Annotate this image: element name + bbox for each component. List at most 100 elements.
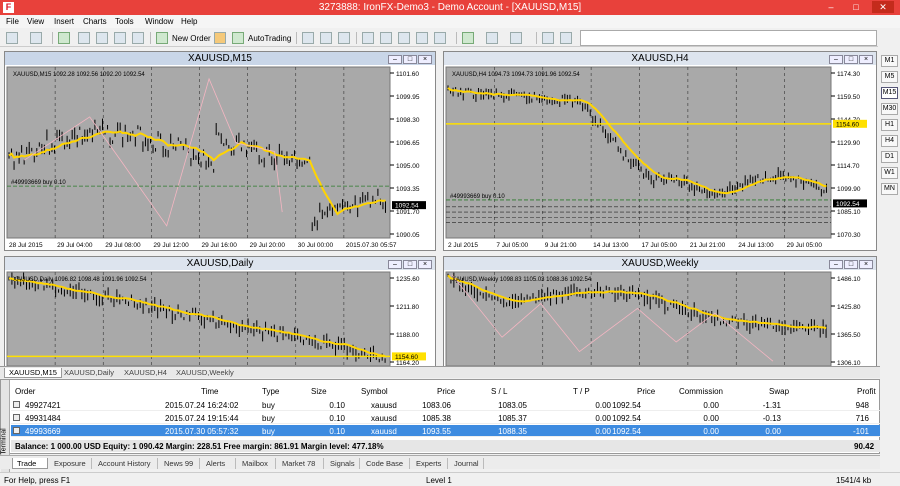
maximize-button[interactable]: □ (845, 1, 867, 13)
chart-window-weekly[interactable]: XAUUSD,Weekly – □ × XAUUSD,Weekly 1098.83 … (443, 256, 877, 366)
close-button[interactable]: ✕ (872, 1, 894, 13)
line-chart-icon[interactable] (338, 32, 350, 44)
minimize-icon[interactable]: – (388, 55, 402, 64)
close-icon[interactable]: × (418, 55, 432, 64)
data-window-icon[interactable] (96, 32, 108, 44)
chart-canvas[interactable]: XAUUSD,Weekly 1098.83 1105.03 1088.36 10… (444, 270, 876, 366)
close-icon[interactable]: × (859, 260, 873, 269)
terminal-icon[interactable] (114, 32, 126, 44)
timeframe-h1[interactable]: H1 (881, 119, 898, 131)
menu-charts[interactable]: Charts (83, 17, 107, 26)
timeframe-d1[interactable]: D1 (881, 151, 898, 163)
chart-window-daily[interactable]: XAUUSD,Daily – □ × XAUUSD,Daily 1096.82 10… (4, 256, 436, 366)
menu-window[interactable]: Window (145, 17, 173, 26)
metaeditor-icon[interactable] (214, 32, 226, 44)
new-order-icon[interactable] (156, 32, 168, 44)
timeframe-h4[interactable]: H4 (881, 135, 898, 147)
table-row[interactable]: 49927421 2015.07.24 16:24:02 buy 0.10 xauusd… (11, 399, 880, 411)
menu-tools[interactable]: Tools (115, 17, 134, 26)
timeframe-m15[interactable]: M15 (881, 87, 898, 99)
auto-scroll-icon[interactable] (416, 32, 428, 44)
chart-canvas[interactable]: #49993669 buy 0.10 XAUUSD,M15 1092.28 109… (5, 65, 435, 250)
table-row[interactable]: 49993669 2015.07.30 05:57:32 buy 0.10 xauusd… (11, 425, 880, 437)
timeframe-m1[interactable]: M1 (881, 55, 898, 67)
tab-xauusd-m15[interactable]: XAUUSD,M15 (4, 368, 62, 378)
col-sl[interactable]: S / L (491, 387, 507, 396)
terminal-tab-trade[interactable]: Trade (12, 458, 48, 469)
timeframe-m5[interactable]: M5 (881, 71, 898, 83)
chart-window-m15[interactable]: XAUUSD,M15 – □ × #49993669 buy 0.10 XAUUSD,… (4, 51, 436, 251)
navigator-icon[interactable] (78, 32, 90, 44)
menu-view[interactable]: View (27, 17, 44, 26)
y-tick-label: 1085.10 (837, 209, 861, 216)
timeframe-w1[interactable]: W1 (881, 167, 898, 179)
table-row[interactable]: 49931484 2015.07.24 19:15:44 buy 0.10 xauusd… (11, 412, 880, 424)
zoom-out-icon[interactable] (380, 32, 392, 44)
terminal-tab-code-base[interactable]: Code Base (362, 458, 410, 469)
restore-icon[interactable]: □ (844, 260, 858, 269)
zoom-in-icon[interactable] (362, 32, 374, 44)
menu-help[interactable]: Help (181, 17, 197, 26)
order-icon (13, 414, 20, 421)
periods-icon[interactable] (486, 32, 498, 44)
col-type[interactable]: Type (262, 387, 279, 396)
profiles-icon[interactable] (30, 32, 42, 44)
terminal-tab-mailbox[interactable]: Mailbox (238, 458, 276, 469)
col-swap[interactable]: Swap (769, 387, 789, 396)
indicators-icon[interactable] (462, 32, 474, 44)
tab-xauusd-daily[interactable]: XAUUSD,Daily (60, 368, 118, 378)
table-cell: 0.10 (329, 401, 345, 410)
terminal-tab-account-history[interactable]: Account History (94, 458, 158, 469)
minimize-icon[interactable]: – (829, 260, 843, 269)
restore-icon[interactable]: □ (844, 55, 858, 64)
terminal-tab-journal[interactable]: Journal (450, 458, 484, 469)
templates-icon[interactable] (510, 32, 522, 44)
col-current-price[interactable]: Price (637, 387, 655, 396)
col-commission[interactable]: Commission (679, 387, 723, 396)
terminal-tab-exposure[interactable]: Exposure (50, 458, 92, 469)
chart-window-h4[interactable]: XAUUSD,H4 – □ × #49993669 buy 0.10 XAUUSD,H… (443, 51, 877, 251)
minimize-button[interactable]: – (820, 1, 842, 13)
chart-window-controls: – □ × (828, 259, 873, 269)
timeframe-m30[interactable]: M30 (881, 103, 898, 115)
market-watch-icon[interactable] (58, 32, 70, 44)
bar-chart-icon[interactable] (302, 32, 314, 44)
close-icon[interactable]: × (418, 260, 432, 269)
order-label: #49993669 buy 0.10 (450, 194, 505, 200)
col-tp[interactable]: T / P (573, 387, 590, 396)
close-icon[interactable]: × (859, 55, 873, 64)
candlesticks-icon[interactable] (320, 32, 332, 44)
tab-xauusd-weekly[interactable]: XAUUSD,Weekly (172, 368, 238, 378)
col-time[interactable]: Time (201, 387, 218, 396)
autotrading-icon[interactable] (232, 32, 244, 44)
restore-icon[interactable]: □ (403, 260, 417, 269)
minimize-icon[interactable]: – (829, 55, 843, 64)
menu-file[interactable]: File (6, 17, 19, 26)
terminal-tab-news[interactable]: News 99 (160, 458, 200, 469)
minimize-icon[interactable]: – (388, 260, 402, 269)
terminal-tab-market[interactable]: Market 78 (278, 458, 324, 469)
tile-windows-icon[interactable] (398, 32, 410, 44)
menu-insert[interactable]: Insert (54, 17, 74, 26)
chart-canvas[interactable]: #49993669 buy 0.10 XAUUSD,H4 1094.73 1094… (444, 65, 876, 250)
restore-icon[interactable]: □ (403, 55, 417, 64)
chart-canvas[interactable]: XAUUSD,Daily 1096.82 1098.48 1091.96 109… (5, 270, 435, 366)
tab-xauusd-h4[interactable]: XAUUSD,H4 (120, 368, 171, 378)
chart-shift-icon[interactable] (434, 32, 446, 44)
col-profit[interactable]: Profit (857, 387, 876, 396)
col-order[interactable]: Order (15, 387, 35, 396)
tester-icon[interactable] (132, 32, 144, 44)
x-tick-label: 24 Jul 13:00 (738, 242, 774, 249)
crosshair-icon[interactable] (560, 32, 572, 44)
col-symbol[interactable]: Symbol (361, 387, 388, 396)
terminal-tab-alerts[interactable]: Alerts (202, 458, 236, 469)
col-price[interactable]: Price (437, 387, 455, 396)
col-size[interactable]: Size (311, 387, 327, 396)
new-chart-icon[interactable] (6, 32, 18, 44)
terminal-tab-experts[interactable]: Experts (412, 458, 448, 469)
new-order-button[interactable]: New Order (172, 34, 211, 43)
terminal-tab-signals[interactable]: Signals (326, 458, 360, 469)
autotrading-button[interactable]: AutoTrading (248, 34, 291, 43)
timeframe-mn[interactable]: MN (881, 183, 898, 195)
cursor-icon[interactable] (542, 32, 554, 44)
